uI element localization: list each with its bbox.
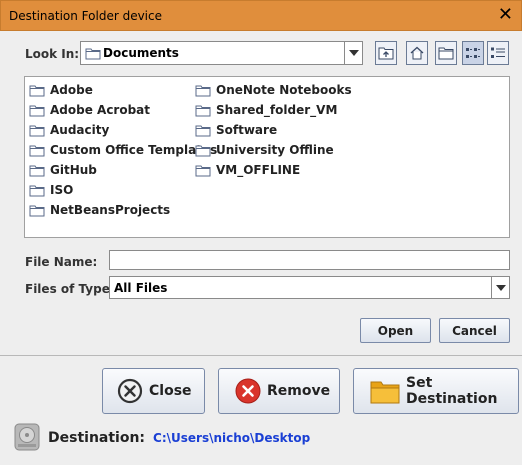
list-item-label: NetBeansProjects	[50, 203, 171, 217]
remove-button-label: Remove	[267, 383, 331, 399]
hard-drive-icon	[14, 423, 40, 454]
list-item[interactable]: Adobe Acrobat	[29, 101, 150, 119]
up-one-level-button[interactable]	[375, 41, 397, 65]
home-icon	[410, 46, 424, 60]
list-item[interactable]: University Offline	[195, 141, 334, 159]
chevron-down-icon[interactable]	[344, 42, 362, 64]
look-in-value: Documents	[103, 46, 179, 60]
details-view-icon	[491, 47, 505, 58]
set-destination-button[interactable]: Set Destination	[353, 368, 519, 414]
list-item-label: Adobe Acrobat	[50, 103, 151, 117]
folder-icon	[29, 84, 45, 97]
list-item-label: Adobe	[50, 83, 93, 97]
list-item-label: ISO	[50, 183, 74, 197]
destination-label: Destination:	[48, 430, 146, 446]
remove-button[interactable]: Remove	[218, 368, 340, 414]
list-item-label: VM_OFFLINE	[216, 163, 301, 177]
file-name-input[interactable]	[110, 251, 509, 269]
list-item-label: GitHub	[50, 163, 97, 177]
folder-icon	[195, 84, 211, 97]
folder-icon	[195, 144, 211, 157]
files-of-type-combo[interactable]: All Files	[109, 276, 510, 299]
chevron-down-icon[interactable]	[491, 277, 509, 298]
list-view-icon	[466, 48, 480, 58]
window-close-icon[interactable]: ✕	[498, 5, 513, 25]
files-of-type-label: Files of Type:	[25, 282, 115, 296]
list-item[interactable]: GitHub	[29, 161, 97, 179]
list-item[interactable]: ISO	[29, 181, 73, 199]
folder-icon	[195, 124, 211, 137]
destination-status: Destination: C:\Users\nicho\Desktop	[14, 423, 514, 454]
close-circle-icon	[117, 378, 143, 404]
close-button-label: Close	[149, 383, 192, 399]
list-item-label: OneNote Notebooks	[216, 83, 352, 97]
close-button[interactable]: Close	[102, 368, 205, 414]
folder-icon	[195, 164, 211, 177]
list-view-button[interactable]	[462, 41, 484, 65]
file-name-field[interactable]	[109, 250, 510, 270]
list-item[interactable]: Shared_folder_VM	[195, 101, 337, 119]
file-list[interactable]: Adobe Adobe Acrobat Audacity Custom Offi…	[24, 76, 510, 238]
list-item-label: University Offline	[216, 143, 334, 157]
details-view-button[interactable]	[487, 41, 509, 65]
divider	[0, 355, 522, 356]
list-item[interactable]: Software	[195, 121, 277, 139]
home-button[interactable]	[406, 41, 428, 65]
folder-icon	[29, 104, 45, 117]
folder-icon	[29, 204, 45, 217]
folder-icon	[29, 144, 45, 157]
list-item[interactable]: VM_OFFLINE	[195, 161, 300, 179]
folder-icon	[195, 104, 211, 117]
up-one-level-icon	[378, 47, 394, 60]
folder-icon	[370, 378, 400, 404]
cancel-button[interactable]: Cancel	[439, 318, 510, 343]
folder-icon	[85, 47, 101, 63]
folder-icon	[29, 124, 45, 137]
list-item-label: Audacity	[50, 123, 110, 137]
list-item[interactable]: Custom Office Templates	[29, 141, 217, 159]
list-item[interactable]: NetBeansProjects	[29, 201, 170, 219]
new-folder-button[interactable]	[435, 41, 457, 65]
folder-icon	[29, 164, 45, 177]
remove-icon	[235, 378, 261, 404]
list-item-label: Shared_folder_VM	[216, 103, 338, 117]
set-destination-button-label: Set Destination	[406, 375, 498, 407]
list-item[interactable]: Audacity	[29, 121, 109, 139]
list-item-label: Custom Office Templates	[50, 143, 218, 157]
list-item[interactable]: OneNote Notebooks	[195, 81, 352, 99]
look-in-combo[interactable]: Documents	[80, 41, 363, 65]
title-bar: Destination Folder device ✕	[0, 0, 522, 31]
file-name-label: File Name:	[25, 255, 98, 269]
list-item-label: Software	[216, 123, 278, 137]
open-button[interactable]: Open	[360, 318, 431, 343]
look-in-label: Look In:	[25, 47, 80, 61]
folder-icon	[29, 184, 45, 197]
window-title: Destination Folder device	[9, 9, 162, 23]
files-of-type-value: All Files	[114, 281, 168, 295]
destination-path: C:\Users\nicho\Desktop	[153, 431, 311, 445]
new-folder-icon	[438, 47, 454, 60]
list-item[interactable]: Adobe	[29, 81, 93, 99]
